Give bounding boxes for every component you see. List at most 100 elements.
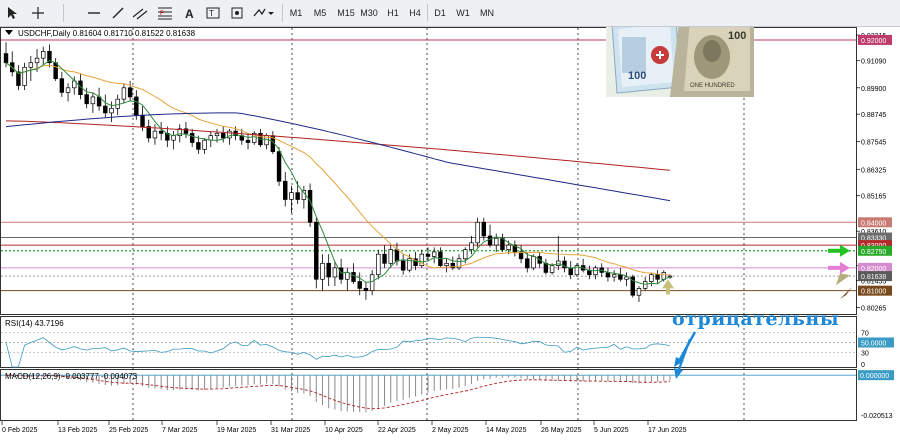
fibonacci-tool-icon[interactable]: F (155, 3, 175, 23)
time-tick-label: 25 Feb 2025 (109, 427, 148, 434)
candle-body (469, 242, 474, 250)
candle-body (283, 180, 288, 200)
price-tick-label: 0.85165 (861, 194, 886, 201)
candle-body (34, 57, 40, 64)
text-tool-icon[interactable]: A (179, 3, 199, 23)
crosshair-tool-icon[interactable] (28, 3, 48, 23)
price-tick-label: 0.80265 (861, 305, 886, 312)
time-tick-label: 17 Jun 2025 (648, 427, 687, 434)
candle-body (326, 262, 331, 278)
candle-body (127, 87, 133, 98)
candle-body (487, 235, 493, 246)
svg-text:ONE HUNDRED: ONE HUNDRED (690, 83, 735, 89)
currency-banknotes-image: 100 100 ONE HUNDRED (606, 27, 754, 97)
label-tool-icon[interactable]: T (203, 3, 223, 23)
candle-body (431, 251, 437, 257)
chart-collapse-icon[interactable] (5, 30, 13, 35)
chart-toolbar: F A T M1 M5 M15 M30 H1 H4 D1 W1 MN (0, 0, 900, 27)
rsi-axis-label: 50.0000 (861, 341, 886, 348)
candle-body (22, 66, 27, 86)
candle-body (320, 262, 325, 280)
candle-body (53, 62, 58, 80)
timeframe-mn[interactable]: MN (476, 3, 498, 23)
time-tick-label: 10 Apr 2025 (325, 427, 363, 434)
shapes-tool-icon[interactable] (227, 3, 247, 23)
candle-body (444, 262, 449, 266)
candle-body (3, 53, 9, 64)
svg-text:100: 100 (628, 70, 646, 82)
candle-body (289, 192, 294, 200)
candle-body (345, 272, 350, 280)
timeframe-m1[interactable]: M1 (286, 3, 306, 23)
rsi-label: RSI(14) 43.7196 (5, 319, 64, 328)
timeframe-m30[interactable]: M30 (357, 3, 381, 23)
horizontal-line-tool-icon[interactable] (84, 3, 104, 23)
level-label-text: 0.92000 (861, 38, 886, 45)
level-label-text: 0.81000 (861, 289, 886, 296)
timeframe-h1[interactable]: H1 (383, 3, 403, 23)
timeframe-h4[interactable]: H4 (405, 3, 425, 23)
candle-body (134, 96, 139, 116)
time-tick-label: 19 Mar 2025 (217, 427, 256, 434)
timeframe-d1[interactable]: D1 (430, 3, 450, 23)
macd-label: MACD(12,26,9) -0.003777 -0.004073 (5, 372, 138, 381)
candle-body (388, 249, 393, 264)
candle-body (605, 272, 611, 278)
channel-tool-icon[interactable] (130, 3, 150, 23)
timeframe-w1[interactable]: W1 (452, 3, 474, 23)
candle-body (494, 237, 499, 246)
timeframe-m5[interactable]: M5 (310, 3, 330, 23)
candle-body (568, 267, 573, 276)
candle-body (425, 253, 431, 257)
price-tick-label: 0.89900 (861, 86, 886, 93)
chart-info-label: USDCHF,Daily 0.81604 0.81710 0.81522 0.8… (18, 29, 196, 38)
cursor-tool-icon[interactable] (3, 3, 21, 23)
arrows-tool-icon[interactable] (250, 3, 276, 23)
candle-body (189, 133, 195, 143)
candle-body (481, 221, 487, 237)
candle-body (84, 94, 89, 105)
price-tick-label: 0.87545 (861, 139, 886, 146)
candle-body (245, 139, 251, 143)
candle-body (463, 249, 468, 260)
svg-text:F: F (160, 11, 164, 17)
candle-body (171, 135, 176, 141)
candle-body (276, 151, 282, 182)
candle-body (59, 78, 65, 93)
rsi-axis-label: 0 (861, 362, 865, 369)
candle-body (90, 96, 96, 105)
time-tick-label: 7 Mar 2025 (162, 427, 198, 434)
candle-body (28, 62, 34, 68)
candle-body (636, 288, 642, 296)
candle-body (506, 244, 511, 250)
candle-body (307, 190, 313, 223)
candle-body (394, 249, 400, 262)
macd-axis-label: 0.000000 (860, 373, 889, 380)
svg-text:100: 100 (728, 30, 746, 42)
candle-body (220, 133, 226, 139)
chart-area[interactable]: 0.922150.910900.899000.887450.875450.863… (0, 27, 900, 443)
candle-body (382, 253, 387, 264)
time-tick-label: 5 Jun 2025 (594, 427, 629, 434)
candle-body (202, 139, 207, 150)
candle-body (314, 221, 319, 280)
time-tick-label: 2 May 2025 (432, 427, 469, 434)
candle-body (65, 87, 71, 93)
candle-body (109, 107, 114, 114)
trendline-tool-icon[interactable] (108, 3, 128, 23)
time-tick-label: 0 Feb 2025 (2, 427, 38, 434)
candle-body (475, 221, 480, 244)
candle-body (400, 260, 406, 271)
time-tick-label: 13 Feb 2025 (58, 427, 97, 434)
candle-body (642, 281, 648, 289)
level-label-text: 0.81638 (861, 274, 886, 281)
level-arrow (828, 265, 840, 270)
candle-body (369, 274, 375, 292)
level-label-text: 0.84000 (861, 220, 886, 227)
timeframe-m15[interactable]: M15 (334, 3, 358, 23)
candle-body (103, 105, 108, 114)
candle-body (146, 126, 151, 139)
candle-body (500, 237, 505, 250)
candle-body (543, 262, 549, 273)
svg-text:T: T (209, 9, 214, 18)
